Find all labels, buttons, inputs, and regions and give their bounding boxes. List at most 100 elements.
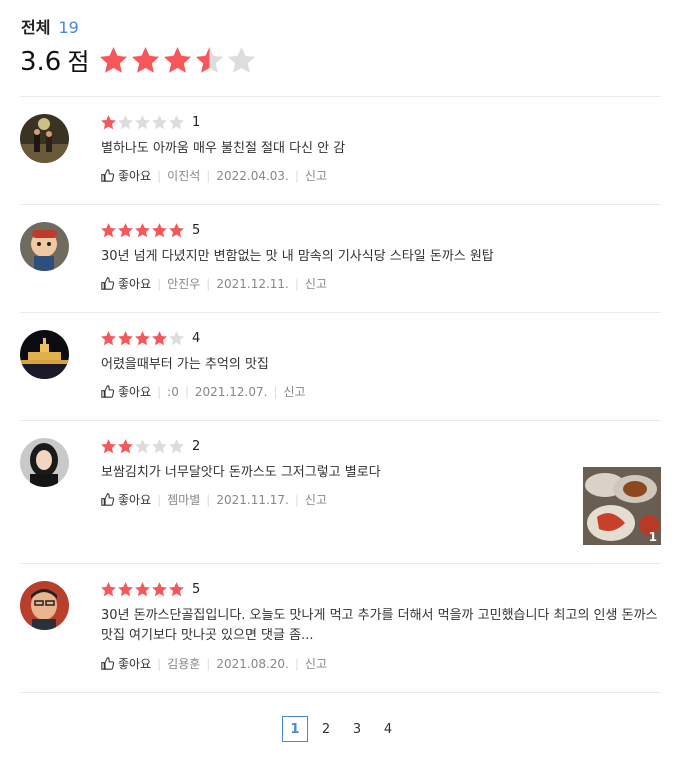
author-name[interactable]: 이진석 — [167, 167, 200, 184]
review-photo[interactable]: 1 — [583, 467, 661, 545]
pagination: 1 2 3 4 — [282, 716, 406, 742]
page-4[interactable]: 4 — [375, 716, 401, 742]
star-icon — [169, 223, 184, 238]
score-value: 3.6 — [20, 47, 62, 77]
review-meta: 좋아요 |:0 | 2021.12.07. | 신고 — [101, 383, 306, 400]
star-icon — [135, 439, 150, 454]
like-button[interactable]: 좋아요 — [101, 167, 151, 184]
review-meta: 좋아요 | 젬마별 | 2021.11.17. | 신고 — [101, 491, 327, 508]
report-link[interactable]: 신고 — [283, 383, 305, 400]
star-icon — [118, 582, 133, 597]
avatar[interactable] — [20, 330, 69, 379]
like-label: 좋아요 — [118, 385, 152, 399]
review-text: 30년 돈까스단골집입니다. 오늘도 맛나게 먹고 추가를 더해서 먹을까 고민… — [101, 608, 658, 643]
total-label: 전체 — [21, 18, 51, 37]
reviews-panel: 전체 19 3.6점 1 별하나도 아까움 매우 불친절 절대 다신 안 감 — [0, 0, 693, 761]
review-date: 2021.12.11. — [216, 276, 289, 291]
review-rating: 4 — [100, 330, 200, 347]
like-button[interactable]: 좋아요 — [101, 383, 151, 400]
divider — [20, 312, 661, 313]
star-icon — [135, 223, 150, 238]
review-date: 2021.12.07. — [194, 384, 268, 399]
review-rating: 5 — [100, 581, 200, 598]
rating-number: 2 — [192, 439, 201, 454]
star-icon — [101, 223, 116, 238]
photo-count: 1 — [648, 530, 657, 544]
avatar[interactable] — [20, 114, 69, 163]
star-icon — [101, 115, 116, 130]
thumbs-up-icon — [101, 169, 114, 182]
star-icon — [152, 582, 167, 597]
average-rating-stars — [98, 45, 258, 76]
report-link[interactable]: 신고 — [305, 491, 327, 508]
review-rating: 1 — [100, 114, 200, 131]
star-icon — [195, 46, 224, 73]
review-meta: 좋아요 | 안진우 | 2021.12.11. | 신고 — [101, 275, 327, 292]
like-label: 좋아요 — [118, 277, 152, 291]
thumbs-up-icon — [101, 493, 114, 506]
star-icon — [152, 439, 167, 454]
thumbs-up-icon — [101, 657, 114, 670]
star-icon — [169, 115, 184, 130]
review-meta: 좋아요 | 김용훈 | 2021.08.20. | 신고 — [101, 655, 327, 672]
page-1[interactable]: 1 — [282, 716, 308, 742]
thumbs-up-icon — [101, 385, 114, 398]
divider — [20, 563, 661, 564]
avatar[interactable] — [20, 581, 69, 630]
report-link[interactable]: 신고 — [305, 275, 327, 292]
rating-number: 5 — [192, 582, 201, 597]
star-icon — [118, 331, 133, 346]
divider — [20, 204, 661, 205]
star-icon — [101, 331, 116, 346]
like-button[interactable]: 좋아요 — [101, 491, 151, 508]
divider — [20, 96, 661, 97]
avatar[interactable] — [20, 438, 69, 487]
author-name[interactable]: 김용훈 — [167, 655, 200, 672]
rating-number: 1 — [192, 115, 201, 130]
like-button[interactable]: 좋아요 — [101, 655, 151, 672]
star-icon — [118, 439, 133, 454]
report-link[interactable]: 신고 — [305, 655, 327, 672]
review-date: 2021.11.17. — [216, 492, 289, 507]
rating-number: 4 — [192, 331, 201, 346]
review-text: 보쌈김치가 너무달앗다 돈까스도 그저그렇고 별로다 — [101, 465, 381, 480]
star-icon — [152, 331, 167, 346]
divider — [20, 420, 661, 421]
like-label: 좋아요 — [118, 657, 152, 671]
author-name[interactable]: 젬마별 — [167, 491, 200, 508]
review-date: 2022.04.03. — [216, 168, 289, 183]
star-icon — [152, 115, 167, 130]
review-total: 전체 19 — [21, 14, 79, 38]
star-icon — [135, 331, 150, 346]
review-rating: 2 — [100, 438, 200, 455]
star-icon — [101, 582, 116, 597]
star-icon — [135, 115, 150, 130]
report-link[interactable]: 신고 — [305, 167, 327, 184]
review-text: 별하나도 아까움 매우 불친절 절대 다신 안 감 — [101, 141, 346, 156]
score-unit: 점 — [67, 48, 90, 76]
star-icon — [169, 331, 184, 346]
author-name[interactable]: :0 — [167, 385, 179, 399]
avatar[interactable] — [20, 222, 69, 271]
divider — [20, 692, 661, 693]
like-label: 좋아요 — [118, 493, 152, 507]
star-icon — [135, 582, 150, 597]
review-rating: 5 — [100, 222, 200, 239]
review-text: 어렸을때부터 가는 추억의 맛집 — [101, 357, 269, 372]
average-score: 3.6 점 — [20, 42, 89, 77]
star-icon — [169, 582, 184, 597]
page-3[interactable]: 3 — [344, 716, 370, 742]
like-button[interactable]: 좋아요 — [101, 275, 151, 292]
page-2[interactable]: 2 — [313, 716, 339, 742]
author-name[interactable]: 안진우 — [167, 275, 200, 292]
review-text: 30년 넘게 다녔지만 변함없는 맛 내 맘속의 기사식당 스타일 돈까스 원탑 — [101, 249, 494, 264]
thumbs-up-icon — [101, 277, 114, 290]
star-icon — [101, 439, 116, 454]
star-icon — [118, 115, 133, 130]
star-icon — [169, 439, 184, 454]
star-icon — [118, 223, 133, 238]
rating-number: 5 — [192, 223, 201, 238]
total-count: 19 — [58, 18, 79, 37]
like-label: 좋아요 — [118, 169, 152, 183]
star-icon — [227, 46, 256, 73]
